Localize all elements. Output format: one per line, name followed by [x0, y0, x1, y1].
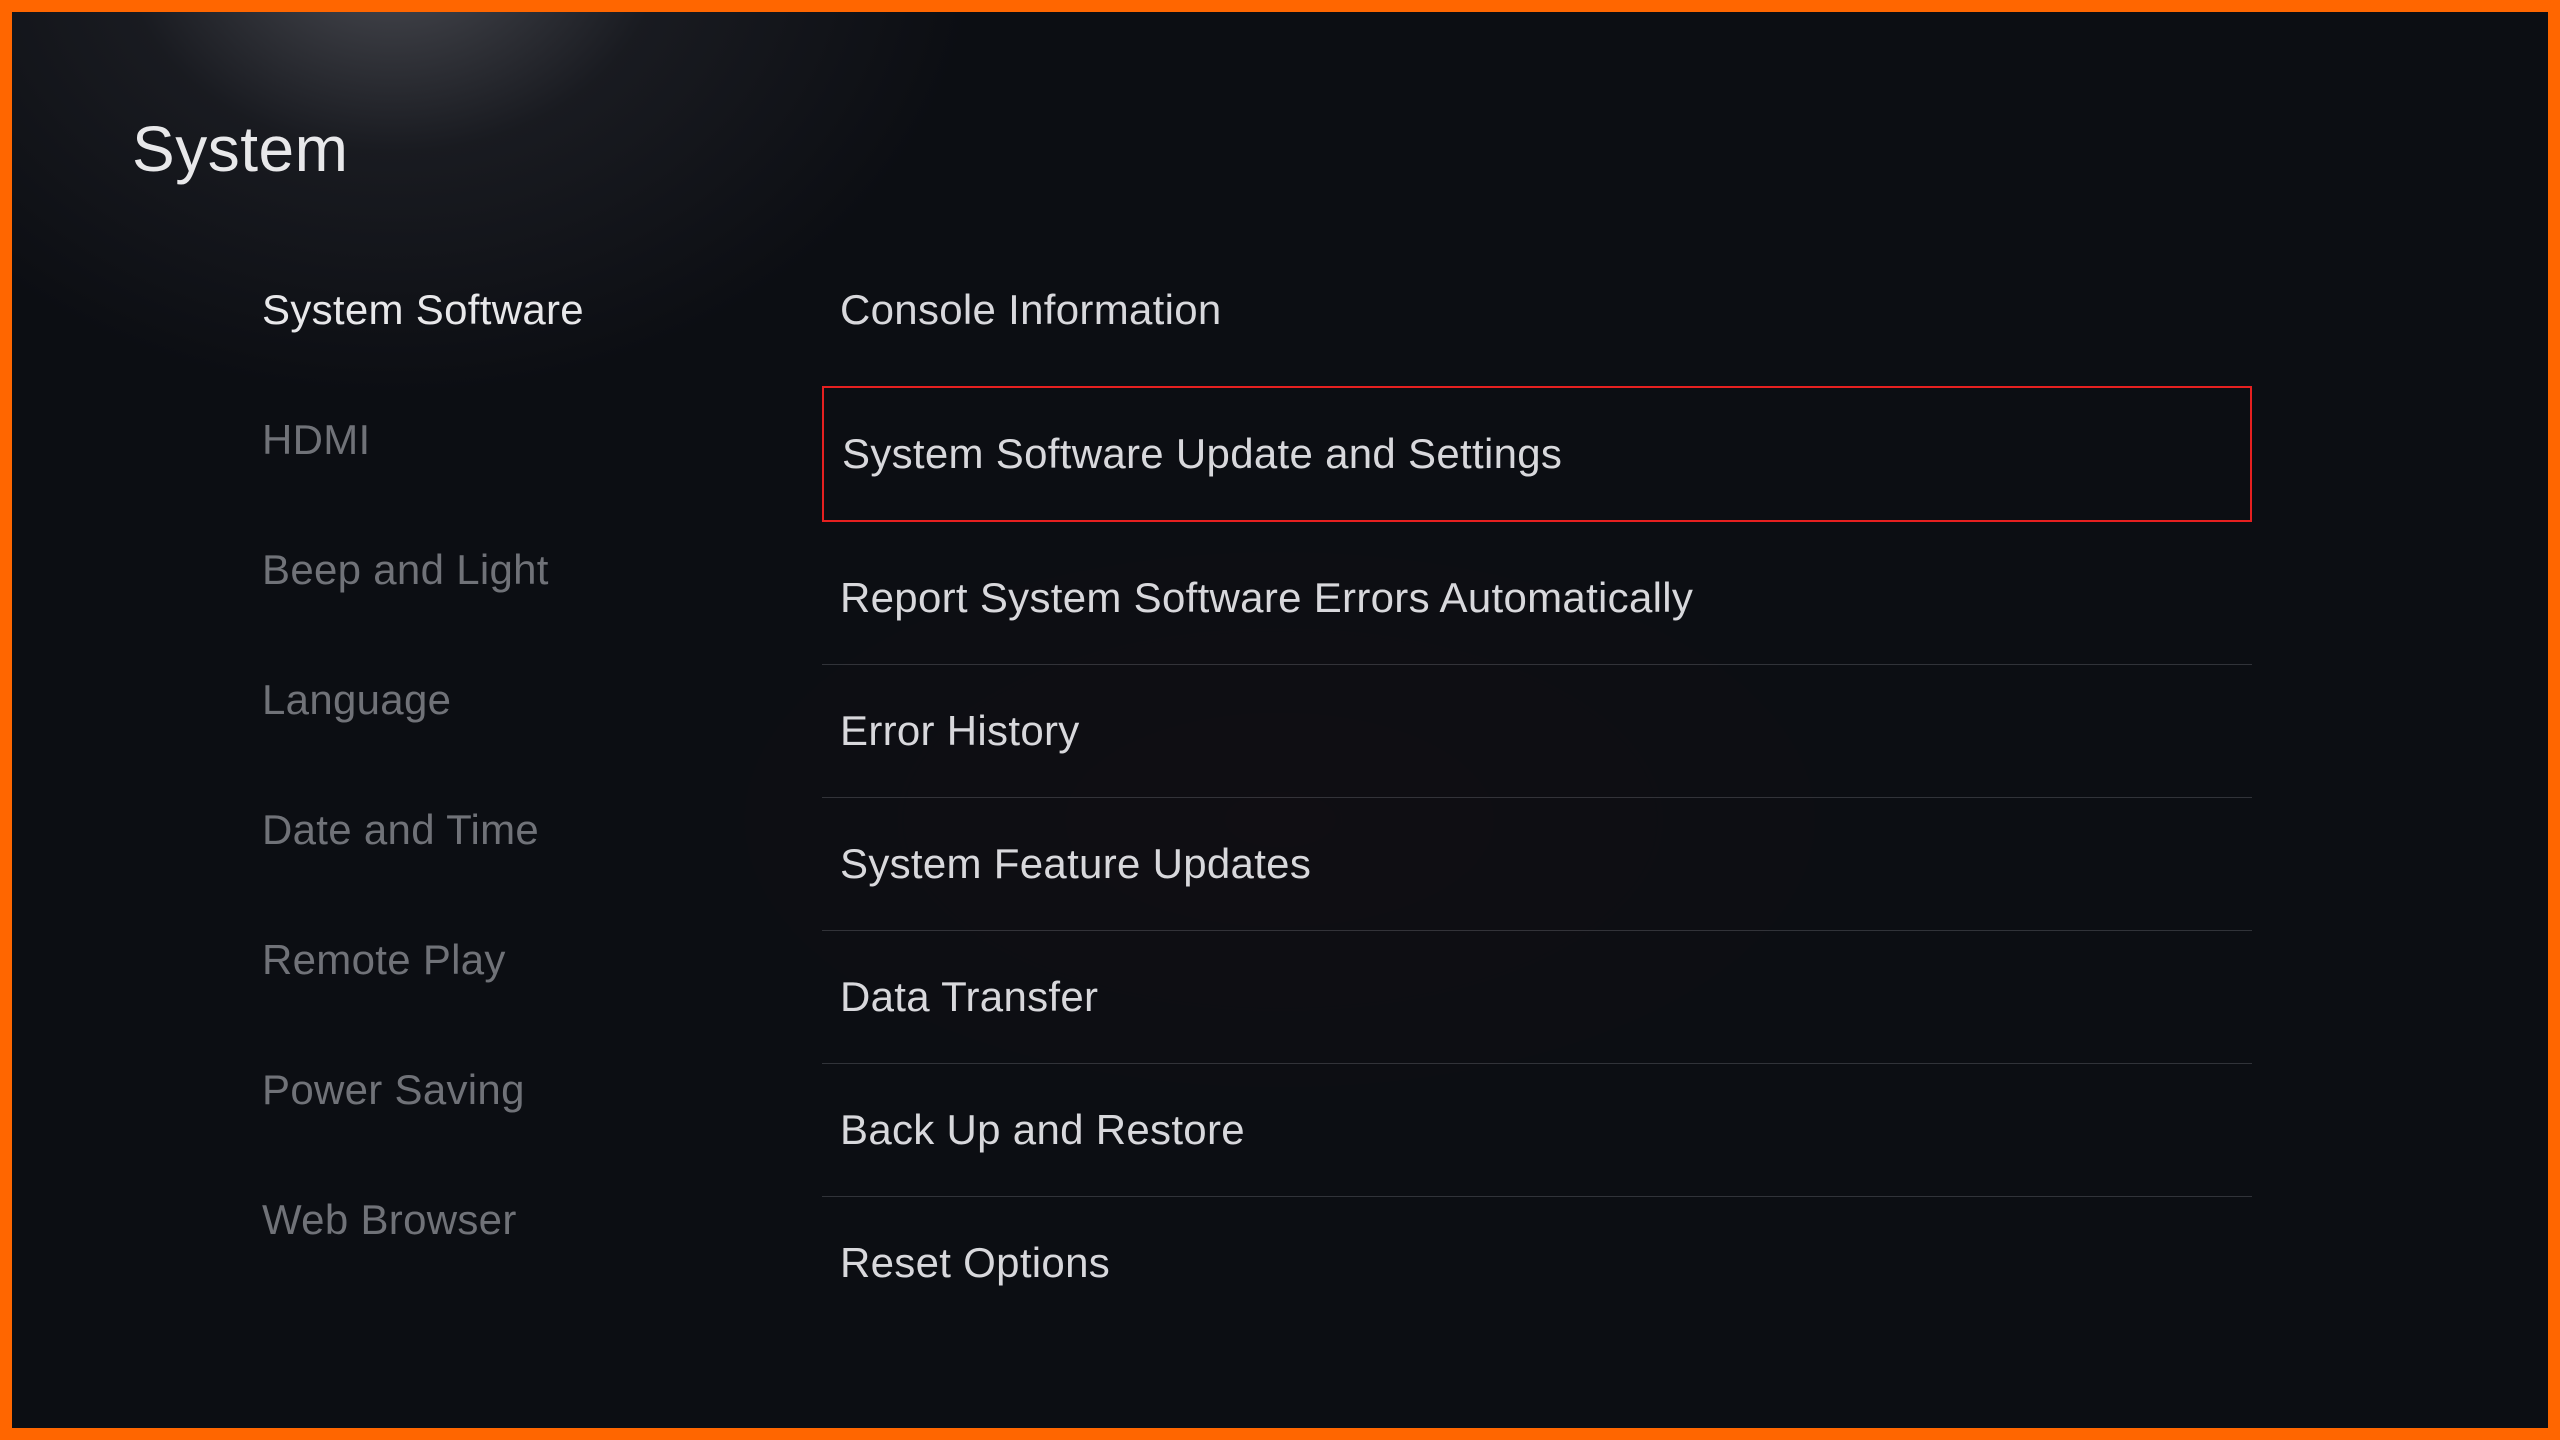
main-item-reset-options[interactable]: Reset Options — [822, 1197, 2252, 1329]
main-item-label: System Software Update and Settings — [842, 430, 1562, 477]
main-item-report-errors[interactable]: Report System Software Errors Automatica… — [822, 532, 2252, 665]
sidebar-item-label: Web Browser — [262, 1196, 517, 1243]
sidebar-item-remote-play[interactable]: Remote Play — [262, 936, 722, 984]
sidebar-item-beep-and-light[interactable]: Beep and Light — [262, 546, 722, 594]
sidebar-item-label: Remote Play — [262, 936, 506, 983]
main-item-system-feature-updates[interactable]: System Feature Updates — [822, 798, 2252, 931]
sidebar-item-label: Beep and Light — [262, 546, 549, 593]
content-area: System System Software HDMI Beep and Lig… — [12, 12, 2548, 1428]
main-item-back-up-restore[interactable]: Back Up and Restore — [822, 1064, 2252, 1197]
main-item-label: Console Information — [840, 286, 1222, 333]
sidebar-item-date-and-time[interactable]: Date and Time — [262, 806, 722, 854]
sidebar-item-web-browser[interactable]: Web Browser — [262, 1196, 722, 1244]
sidebar-item-label: Language — [262, 676, 451, 723]
columns-layout: System Software HDMI Beep and Light Lang… — [132, 286, 2428, 1329]
main-panel: Console Information System Software Upda… — [822, 286, 2252, 1329]
main-item-data-transfer[interactable]: Data Transfer — [822, 931, 2252, 1064]
sidebar-item-language[interactable]: Language — [262, 676, 722, 724]
main-item-console-information[interactable]: Console Information — [822, 286, 2252, 376]
main-item-label: Report System Software Errors Automatica… — [840, 574, 1693, 621]
main-item-system-software-update[interactable]: System Software Update and Settings — [822, 386, 2252, 522]
sidebar-item-system-software[interactable]: System Software — [262, 286, 722, 334]
sidebar: System Software HDMI Beep and Light Lang… — [262, 286, 722, 1329]
main-item-label: Reset Options — [840, 1239, 1110, 1286]
sidebar-item-power-saving[interactable]: Power Saving — [262, 1066, 722, 1114]
main-item-label: Back Up and Restore — [840, 1106, 1245, 1153]
sidebar-item-label: System Software — [262, 286, 584, 333]
sidebar-item-hdmi[interactable]: HDMI — [262, 416, 722, 464]
main-item-label: Data Transfer — [840, 973, 1098, 1020]
main-item-label: System Feature Updates — [840, 840, 1311, 887]
sidebar-item-label: Power Saving — [262, 1066, 525, 1113]
page-title: System — [132, 112, 2428, 186]
main-item-label: Error History — [840, 707, 1080, 754]
app-frame: System System Software HDMI Beep and Lig… — [0, 0, 2560, 1440]
main-item-error-history[interactable]: Error History — [822, 665, 2252, 798]
sidebar-item-label: HDMI — [262, 416, 371, 463]
sidebar-item-label: Date and Time — [262, 806, 539, 853]
